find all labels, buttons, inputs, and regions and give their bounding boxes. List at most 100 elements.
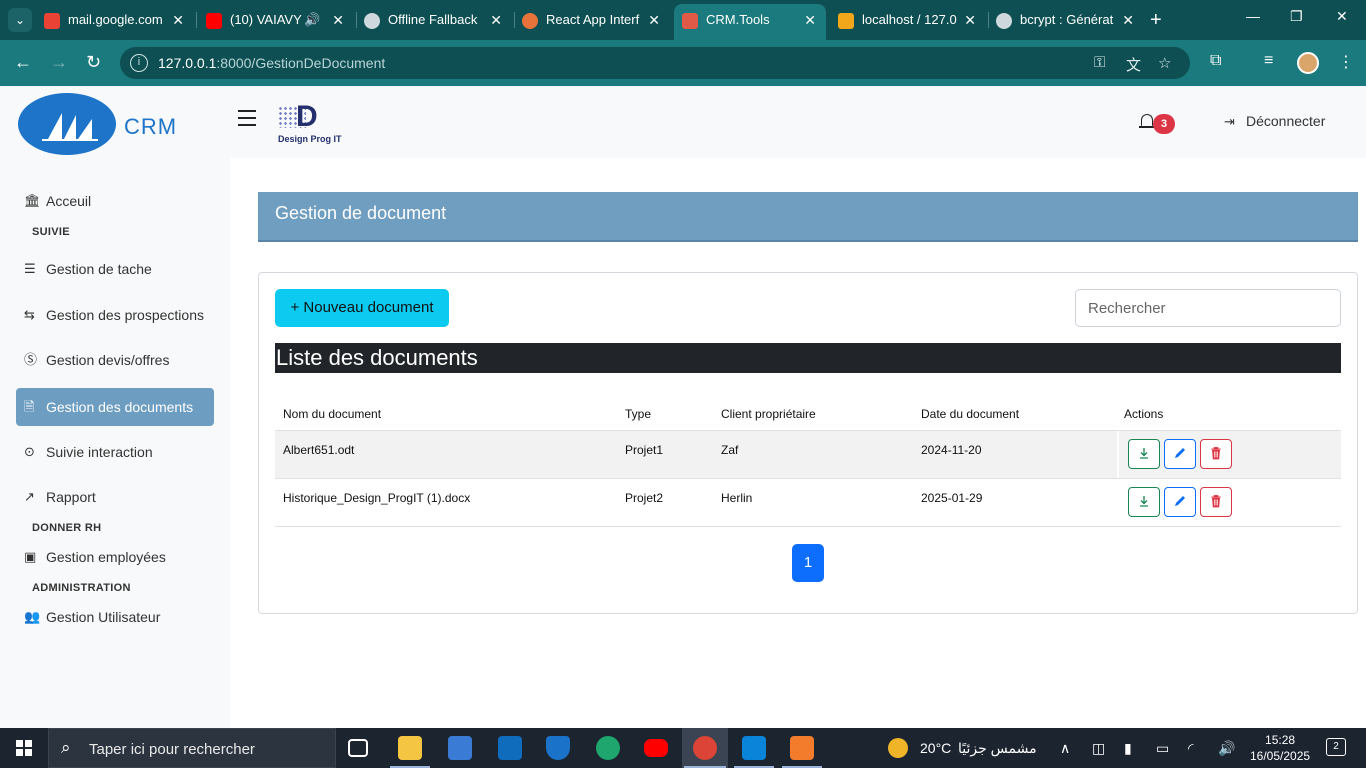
site-info-icon[interactable]: i (130, 54, 148, 72)
sidebar-section-rh: DONNER RH (32, 522, 102, 534)
close-icon[interactable]: ✕ (172, 6, 184, 34)
bookmark-star-icon[interactable]: ☆ (1158, 54, 1171, 72)
chrome-icon[interactable] (693, 736, 717, 760)
file-explorer-icon[interactable] (398, 736, 422, 760)
minimize-icon[interactable]: — (1246, 8, 1260, 24)
forward-icon[interactable]: → (50, 52, 68, 72)
weather-icon[interactable] (888, 738, 908, 758)
restore-icon[interactable]: ❐ (1290, 8, 1303, 25)
sidebar-item-accueil[interactable]: 🏛 Acceuil (16, 182, 214, 220)
search-icon: ⌕ (61, 738, 71, 757)
cell-type: Projet1 (625, 443, 664, 457)
notification-center-icon[interactable]: 2 (1326, 738, 1346, 756)
url-host: 127.0.0.1 (158, 55, 217, 71)
sidebar-item-prospections[interactable]: ⇆ Gestion des prospections (16, 296, 214, 334)
delete-button[interactable] (1200, 439, 1232, 469)
tab-search-button[interactable]: ⌄ (8, 8, 32, 32)
close-icon[interactable]: ✕ (648, 6, 660, 34)
logo-wave (42, 139, 98, 141)
sidebar-item-label: Suivie interaction (46, 444, 153, 460)
tab-gmail[interactable]: mail.google.com ✕ (44, 6, 194, 36)
taskbar-search-placeholder: Taper ici pour rechercher (89, 741, 255, 758)
wifi-icon[interactable]: ◜ (1188, 740, 1193, 757)
sidebar-item-label: Gestion de tache (46, 261, 152, 277)
battery-icon[interactable]: ▭ (1156, 740, 1169, 757)
sidebar-item-label: Acceuil (46, 193, 92, 209)
taskbar-search[interactable]: ⌕ Taper ici pour rechercher (48, 728, 336, 768)
media-control-icon[interactable]: ≡ (1264, 52, 1273, 70)
camera-icon[interactable]: ◫ (1092, 740, 1105, 757)
reload-icon[interactable]: ↻ (86, 52, 101, 72)
tab-crm-tools[interactable]: CRM.Tools ✕ (674, 4, 826, 40)
vscode-icon[interactable] (742, 736, 766, 760)
tab-offline-fallback[interactable]: Offline Fallback ✕ (364, 6, 512, 36)
pagination-page-1[interactable]: 1 (792, 544, 824, 582)
taskbar-clock[interactable]: 15:28 16/05/2025 (1250, 732, 1310, 764)
edit-button[interactable] (1164, 439, 1196, 469)
edge-icon[interactable] (596, 736, 620, 760)
logo-sail (78, 119, 92, 139)
pencil-icon (1175, 496, 1185, 506)
tab-react-app[interactable]: React App Interf ✕ (522, 6, 670, 36)
notification-badge[interactable]: 3 (1153, 114, 1175, 134)
download-button[interactable] (1128, 439, 1160, 469)
crm-logo[interactable] (18, 93, 116, 155)
delete-button[interactable] (1200, 487, 1232, 517)
microphone-icon[interactable]: ▮ (1124, 740, 1132, 757)
logout-icon: ⇥ (1224, 114, 1235, 129)
volume-icon[interactable]: 🔊 (1218, 740, 1235, 757)
close-window-icon[interactable]: ✕ (1336, 8, 1348, 25)
cell-client: Herlin (721, 491, 753, 505)
password-key-icon[interactable]: ⚿ (1094, 54, 1105, 71)
new-document-button[interactable]: + Nouveau document (275, 289, 449, 327)
users-icon: 👥 (24, 609, 41, 624)
download-button[interactable] (1128, 487, 1160, 517)
address-bar[interactable]: i 127.0.0.1:8000/GestionDeDocument ⚿ 文 ☆ (120, 47, 1190, 79)
close-icon[interactable]: ✕ (964, 6, 976, 34)
sidebar-item-documents[interactable]: 🗎 Gestion des documents (16, 388, 214, 426)
bell-icon[interactable] (1141, 114, 1153, 126)
windows-start-icon[interactable] (16, 740, 32, 756)
profile-avatar[interactable] (1297, 52, 1319, 74)
store-icon[interactable] (448, 736, 472, 760)
extensions-icon[interactable]: ⧉ (1210, 52, 1221, 70)
gmail-icon (44, 12, 60, 29)
weather-temperature[interactable]: 20°C (920, 740, 951, 756)
bank-icon: 🏛 (24, 193, 41, 208)
sidebar-item-rapport[interactable]: ↗ Rapport (16, 478, 214, 516)
logout-button[interactable]: ⇥ Déconnecter (1224, 113, 1325, 130)
trash-icon (1211, 495, 1221, 508)
cell-type: Projet2 (625, 491, 664, 505)
tab-bcrypt[interactable]: bcrypt : Générat ✕ (996, 6, 1144, 36)
tab-youtube[interactable]: (10) VAIAVY 🔊 ✕ (206, 6, 354, 36)
url-text[interactable]: 127.0.0.1:8000/GestionDeDocument (158, 55, 385, 71)
sidebar-item-gestion-tache[interactable]: ☰ Gestion de tache (16, 250, 214, 288)
xampp-icon[interactable] (790, 736, 814, 760)
close-icon[interactable]: ✕ (804, 4, 816, 36)
globe-icon (364, 12, 380, 29)
tab-title: bcrypt : Générat (1020, 12, 1114, 27)
new-tab-button[interactable]: + (1150, 8, 1162, 32)
task-view-icon[interactable] (348, 739, 368, 757)
search-input[interactable] (1075, 289, 1341, 327)
sidebar-item-interaction[interactable]: ⊙ Suivie interaction (16, 433, 214, 471)
outlook-icon[interactable] (498, 736, 522, 760)
sidebar-item-devis[interactable]: Ⓢ Gestion devis/offres (16, 341, 214, 379)
close-icon[interactable]: ✕ (1122, 6, 1134, 34)
edit-button[interactable] (1164, 487, 1196, 517)
defender-icon[interactable] (546, 736, 570, 760)
translate-icon[interactable]: 文 (1126, 54, 1141, 75)
sidebar-item-users[interactable]: 👥 Gestion Utilisateur (16, 598, 214, 636)
close-icon[interactable]: ✕ (490, 6, 502, 34)
browser-menu-icon[interactable]: ⋮ (1338, 52, 1354, 72)
close-icon[interactable]: ✕ (332, 6, 344, 34)
back-icon[interactable]: ← (14, 52, 32, 72)
menu-toggle-icon[interactable] (238, 110, 256, 131)
weather-description[interactable]: مشمس جزئيًا (958, 740, 1037, 757)
speaker-icon[interactable]: 🔊 (304, 6, 320, 34)
youtube-app-icon[interactable] (644, 739, 668, 757)
column-header-date: Date du document (921, 407, 1020, 421)
chevron-up-icon[interactable]: ∧ (1060, 740, 1070, 757)
sidebar-item-employees[interactable]: ▣ Gestion employées (16, 538, 214, 576)
tab-phpmyadmin[interactable]: localhost / 127.0 ✕ (838, 6, 986, 36)
